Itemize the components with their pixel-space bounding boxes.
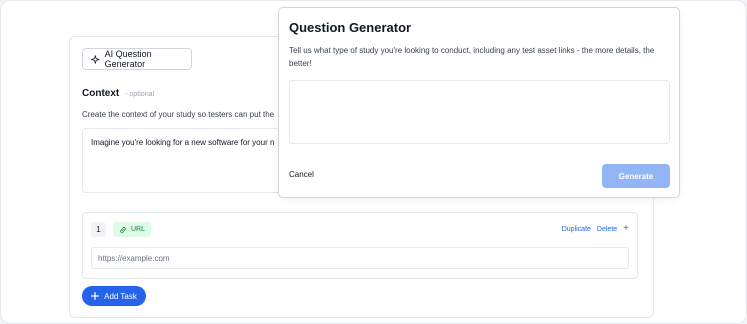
cancel-button[interactable]: Cancel: [289, 170, 314, 179]
question-generator-modal: Question Generator Tell us what type of …: [278, 7, 680, 198]
plus-icon: [91, 292, 100, 300]
url-input[interactable]: [91, 247, 629, 269]
context-description: Create the context of your study so test…: [82, 110, 275, 119]
generate-button[interactable]: Generate: [602, 164, 670, 188]
task-number: 1: [91, 222, 106, 237]
context-heading: Context - optional: [82, 88, 154, 99]
delete-button[interactable]: Delete: [597, 226, 617, 233]
sparkle-icon: [91, 54, 100, 64]
add-task-label: Add Task: [104, 291, 137, 301]
app-frame: AI Question Generator Context - optional…: [0, 0, 747, 324]
modal-description: Tell us what type of study you're lookin…: [289, 46, 655, 68]
task-item: 1 URL Duplicate Delete +: [82, 212, 638, 279]
link-icon: [120, 226, 126, 233]
modal-title: Question Generator: [289, 20, 412, 35]
add-task-button[interactable]: Add Task: [82, 286, 146, 306]
context-title: Context: [82, 88, 120, 99]
ai-question-generator-button[interactable]: AI Question Generator: [82, 48, 192, 70]
study-description-textarea[interactable]: [289, 80, 670, 144]
plus-icon[interactable]: +: [623, 224, 629, 234]
url-type-badge: URL: [113, 222, 152, 237]
optional-label: - optional: [125, 91, 155, 98]
duplicate-button[interactable]: Duplicate: [562, 226, 591, 233]
ai-question-generator-label: AI Question Generator: [104, 49, 152, 69]
url-type-label: URL: [131, 226, 146, 233]
task-actions: Duplicate Delete +: [562, 224, 629, 234]
